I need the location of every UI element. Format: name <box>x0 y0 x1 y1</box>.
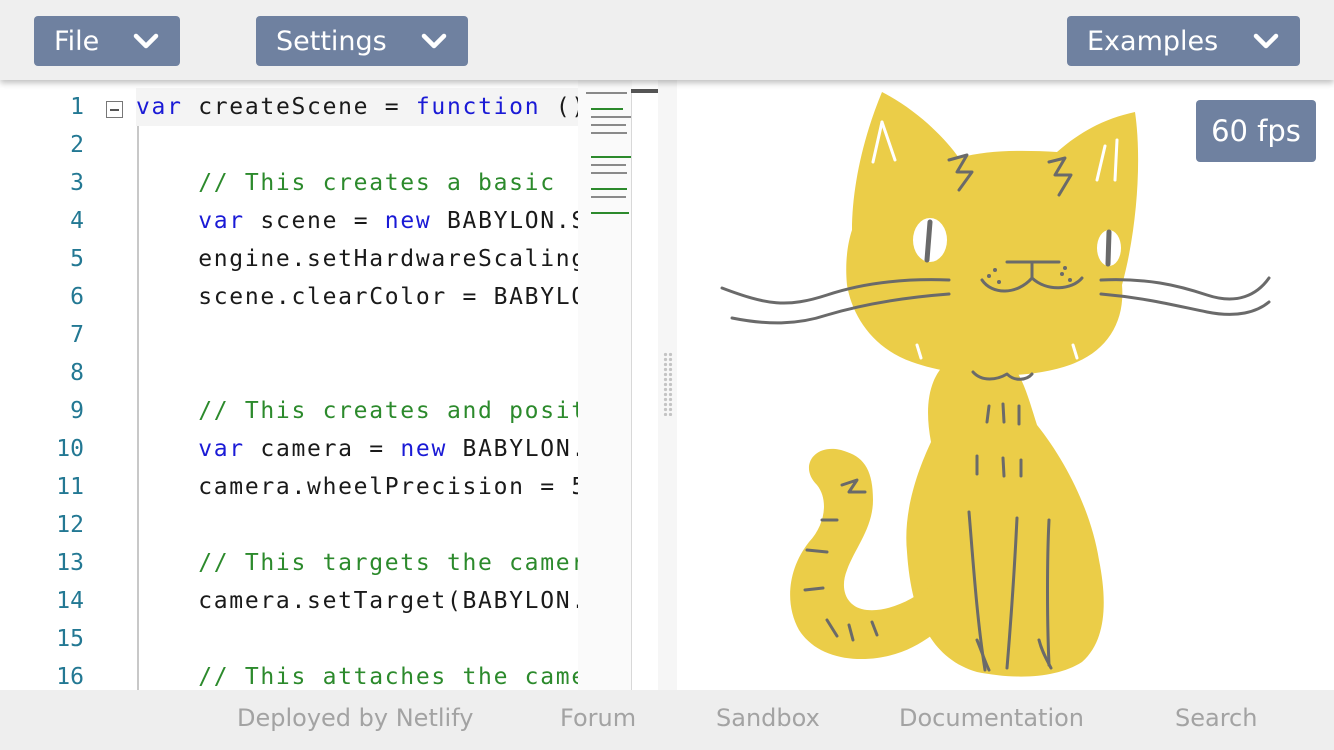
minimap-line <box>590 108 623 110</box>
minimap-line <box>590 124 626 126</box>
top-toolbar: File Settings Examples <box>0 0 1334 80</box>
code-line[interactable]: scene.clearColor = BABYLON <box>136 278 578 316</box>
code-token: engine.setHardwareScaling <box>136 246 578 272</box>
code-token: () <box>555 94 578 120</box>
examples-menu-button[interactable]: Examples <box>1067 16 1300 66</box>
editor-scrollbar[interactable] <box>631 90 658 690</box>
line-number: 2 <box>70 132 84 158</box>
pane-splitter[interactable] <box>658 80 677 690</box>
code-line[interactable]: // This creates and positions <box>136 392 578 430</box>
code-line[interactable]: camera.wheelPrecision = 50 <box>136 468 578 506</box>
line-number: 3 <box>70 170 84 196</box>
file-menu-button[interactable]: File <box>34 16 180 66</box>
render-canvas[interactable]: 60 fps <box>677 80 1334 690</box>
keyword-token: new <box>384 208 432 234</box>
code-line[interactable]: var scene = new BABYLON.Scene <box>136 202 578 240</box>
minimap-line <box>590 156 632 158</box>
minimap-line <box>590 196 626 198</box>
keyword-token: var <box>198 208 245 234</box>
code-line[interactable]: var createScene = function () <box>136 88 578 126</box>
line-number: 12 <box>56 512 84 538</box>
minimap-line <box>590 188 628 190</box>
minimap-line <box>590 172 628 174</box>
fps-counter: 60 fps <box>1196 100 1316 162</box>
keyword-token: var <box>198 436 245 462</box>
code-line[interactable]: // This targets the camera <box>136 544 578 582</box>
code-token: BABYLON. <box>447 436 578 462</box>
line-number: 15 <box>56 626 84 652</box>
line-number: 5 <box>70 246 84 272</box>
scrollbar-thumb[interactable] <box>631 89 658 93</box>
code-text-area[interactable]: var createScene = function () // This cr… <box>136 80 578 690</box>
chevron-down-icon <box>1253 33 1279 49</box>
line-number: 14 <box>56 588 84 614</box>
line-number: 7 <box>70 322 84 348</box>
file-menu-label: File <box>54 25 100 57</box>
minimap-line <box>586 92 627 94</box>
code-token: camera.wheelPrecision = 50 <box>136 474 578 500</box>
code-line[interactable]: var camera = new BABYLON. <box>136 430 578 468</box>
line-number: 16 <box>56 664 84 690</box>
minimap-line <box>590 132 628 134</box>
keyword-token: new <box>400 436 447 462</box>
footer-bar: Deployed by Netlify Forum Sandbox Docume… <box>0 690 1334 750</box>
cat-illustration <box>720 92 1271 677</box>
minimap-line <box>590 212 629 214</box>
code-token: scene = <box>244 208 385 234</box>
comment-token: // This attaches the camera <box>136 664 578 690</box>
code-token: camera = <box>244 436 401 462</box>
drag-handle-icon[interactable] <box>663 352 673 416</box>
line-number: 10 <box>56 436 84 462</box>
footer-link-netlify[interactable]: Deployed by Netlify <box>237 704 473 732</box>
code-token: camera.setTarget(BABYLON. <box>136 588 578 614</box>
code-line[interactable]: camera.setTarget(BABYLON. <box>136 582 578 620</box>
footer-link-search[interactable]: Search <box>1175 704 1257 732</box>
footer-link-forum[interactable]: Forum <box>560 704 636 732</box>
code-token: createScene = <box>182 94 416 120</box>
settings-menu-label: Settings <box>276 25 387 57</box>
keyword-token: function <box>415 94 541 120</box>
code-line[interactable]: // This creates a basic <box>136 164 556 202</box>
code-minimap[interactable] <box>578 80 632 690</box>
comment-token: // This targets the camera <box>136 550 578 576</box>
line-number: 8 <box>70 360 84 386</box>
examples-menu-label: Examples <box>1087 25 1219 57</box>
comment-token: // This creates and positions <box>198 398 578 424</box>
code-editor[interactable]: 1 2 3 4 5 6 7 8 9 10 11 12 13 14 15 16 var createScene … <box>0 80 658 690</box>
fold-collapse-icon[interactable] <box>106 101 123 118</box>
line-number: 1 <box>70 94 84 120</box>
line-number: 4 <box>70 208 84 234</box>
chevron-down-icon <box>421 33 447 49</box>
footer-link-sandbox[interactable]: Sandbox <box>716 704 820 732</box>
line-number: 9 <box>70 398 84 424</box>
line-number-gutter: 1 2 3 4 5 6 7 8 9 10 11 12 13 14 15 16 <box>0 80 136 690</box>
footer-link-documentation[interactable]: Documentation <box>899 704 1084 732</box>
minimap-line <box>590 164 626 166</box>
line-number: 13 <box>56 550 84 576</box>
minimap-line <box>590 116 632 118</box>
code-token: BABYLON.Scene <box>447 208 578 234</box>
comment-token: // This creates a basic <box>136 170 556 196</box>
chevron-down-icon <box>133 33 159 49</box>
keyword-token: var <box>136 94 183 120</box>
code-line[interactable]: engine.setHardwareScaling <box>136 240 578 278</box>
settings-menu-button[interactable]: Settings <box>256 16 468 66</box>
line-number: 6 <box>70 284 84 310</box>
code-line[interactable]: // This attaches the camera <box>136 658 578 690</box>
code-token: scene.clearColor = BABYLON <box>136 284 578 310</box>
line-number: 11 <box>56 474 84 500</box>
